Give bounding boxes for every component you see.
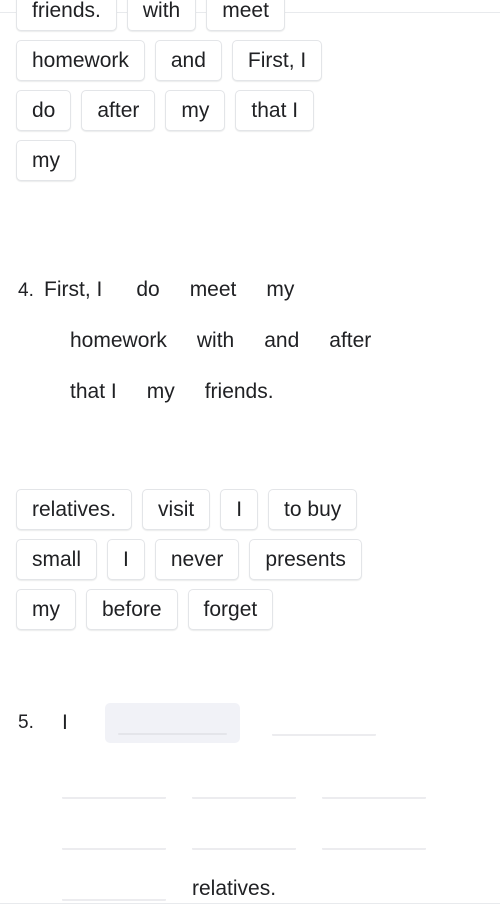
- question-4: 4. First, I do meet my homework with and…: [0, 278, 500, 431]
- word-chip[interactable]: to buy: [268, 489, 358, 530]
- word-chip[interactable]: I: [107, 539, 145, 580]
- word-bank-row: do after my that I: [16, 90, 484, 131]
- word-chip[interactable]: my: [16, 589, 76, 630]
- answer-word[interactable]: homework: [70, 329, 167, 353]
- bottom-divider: [0, 903, 500, 904]
- answer-slot-active[interactable]: [104, 702, 240, 743]
- word-bank-row: small I never presents: [16, 539, 484, 580]
- question-5-number: 5.: [18, 711, 34, 733]
- answer-word[interactable]: after: [329, 329, 371, 353]
- word-chip[interactable]: before: [86, 589, 178, 630]
- word-chip[interactable]: with: [126, 0, 197, 31]
- word-bank-row: relatives. visit I to buy: [16, 489, 484, 530]
- question-5-line-2: [0, 748, 500, 799]
- answer-slot[interactable]: [192, 773, 296, 799]
- word-chip[interactable]: small: [16, 539, 98, 580]
- word-bank-row: my before forget: [16, 589, 484, 630]
- word-chip[interactable]: my: [165, 90, 226, 131]
- answer-word[interactable]: and: [264, 329, 299, 353]
- question-4-line-1: 4. First, I do meet my: [0, 278, 500, 329]
- answer-word[interactable]: relatives.: [192, 877, 276, 901]
- word-chip[interactable]: after: [81, 90, 156, 131]
- word-chip[interactable]: visit: [142, 489, 211, 530]
- word-chip[interactable]: relatives.: [16, 489, 133, 530]
- word-chip[interactable]: my: [16, 140, 76, 181]
- answer-word[interactable]: my: [147, 380, 175, 404]
- word-chip[interactable]: I: [220, 489, 259, 530]
- word-chip[interactable]: that I: [235, 90, 315, 131]
- answer-word[interactable]: do: [136, 278, 159, 302]
- word-chip[interactable]: homework: [16, 40, 145, 81]
- answer-word[interactable]: with: [197, 329, 234, 353]
- word-chip[interactable]: and: [154, 40, 222, 81]
- answer-word[interactable]: meet: [190, 278, 237, 302]
- answer-word[interactable]: First, I: [44, 278, 102, 302]
- word-chip[interactable]: meet: [206, 0, 285, 31]
- question-4-number: 4.: [18, 280, 34, 301]
- answer-slot[interactable]: [62, 824, 166, 850]
- question-4-answer-line-1[interactable]: First, I do meet my: [44, 278, 500, 302]
- question-4-answer-line-2[interactable]: homework with and after: [44, 329, 500, 353]
- word-bank-row: homework and First, I: [16, 40, 484, 81]
- answer-word[interactable]: friends.: [205, 380, 274, 404]
- answer-slot[interactable]: [322, 773, 426, 799]
- word-bank-question-4: friends. with meet homework and First, I…: [16, 0, 484, 190]
- word-chip[interactable]: friends.: [16, 0, 117, 31]
- word-chip[interactable]: presents: [249, 539, 362, 580]
- question-5-line-3: [0, 799, 500, 850]
- question-5-line-1: 5. I: [0, 697, 500, 748]
- question-4-line-3: that I my friends.: [0, 380, 500, 431]
- word-bank-row: friends. with meet: [16, 0, 484, 31]
- word-chip[interactable]: do: [16, 90, 72, 131]
- word-chip[interactable]: never: [154, 539, 240, 580]
- answer-slot[interactable]: [192, 824, 296, 850]
- answer-slot[interactable]: [322, 824, 426, 850]
- question-4-line-2: homework with and after: [0, 329, 500, 380]
- answer-slot[interactable]: [62, 875, 166, 901]
- answer-word[interactable]: I: [62, 711, 68, 735]
- answer-slot[interactable]: [271, 710, 376, 736]
- word-bank-question-5: relatives. visit I to buy small I never …: [16, 489, 484, 639]
- question-4-answer-line-3[interactable]: that I my friends.: [44, 380, 500, 404]
- answer-slot[interactable]: [62, 773, 166, 799]
- question-5-line-4: relatives.: [0, 850, 500, 901]
- word-chip[interactable]: forget: [187, 589, 274, 630]
- word-bank-row: my: [16, 140, 484, 181]
- answer-word[interactable]: my: [266, 278, 294, 302]
- word-chip[interactable]: First, I: [231, 40, 323, 81]
- answer-word[interactable]: that I: [70, 380, 117, 404]
- question-5: 5. I relatives.: [0, 697, 500, 901]
